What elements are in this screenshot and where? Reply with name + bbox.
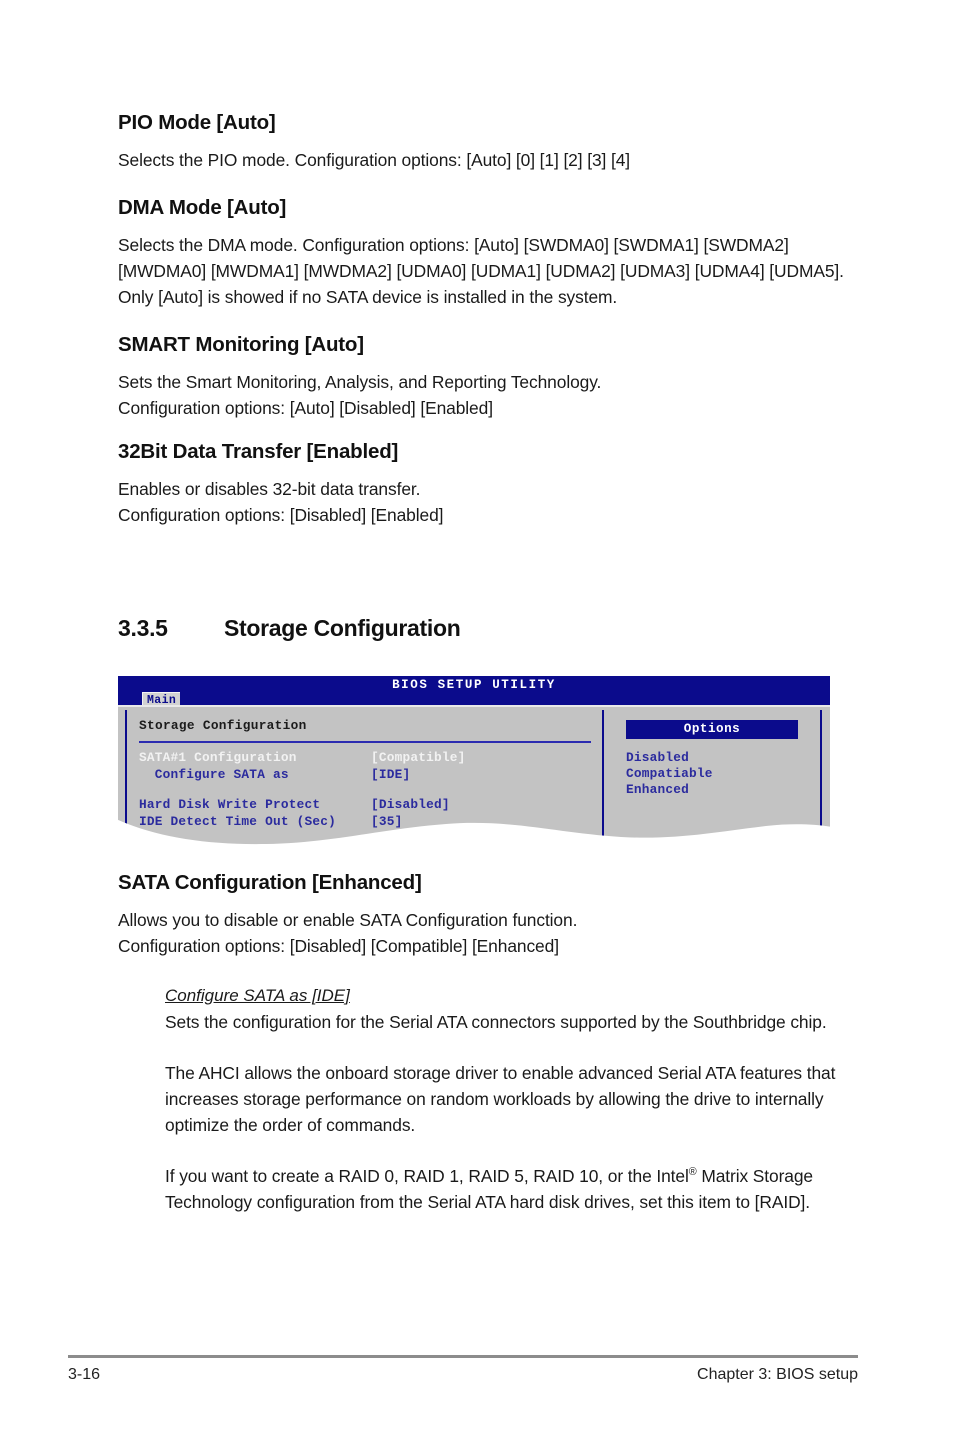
item-32bit-data-transfer: 32Bit Data Transfer [Enabled] Enables or… [118, 439, 844, 528]
section-title: Storage Configuration [224, 615, 461, 641]
item-heading-32bit-data-transfer: 32Bit Data Transfer [Enabled] [118, 439, 399, 463]
bios-row-configure-sata-as[interactable]: Configure SATA as [IDE] [139, 766, 591, 783]
footer-chapter-label: Chapter 3: BIOS setup [697, 1366, 858, 1383]
section-number: 3.3.5 [118, 615, 168, 641]
bios-options-panel: Options Disabled Compatiable Enhanced [602, 710, 822, 846]
item-body-32bit-1: Enables or disables 32-bit data transfer… [118, 478, 421, 499]
item-heading-dma-mode: DMA Mode [Auto] [118, 195, 287, 219]
bios-panel-title: Storage Configuration [139, 718, 307, 733]
top-item-descriptions: PIO Mode [Auto] Selects the PIO mode. Co… [118, 111, 844, 552]
page-footer: 3-16 Chapter 3: BIOS setup [68, 1366, 858, 1384]
sub-body-2: The AHCI allows the onboard storage driv… [165, 1062, 836, 1135]
item-body-smart-monitoring-1: Sets the Smart Monitoring, Analysis, and… [118, 371, 602, 392]
item-heading-smart-monitoring: SMART Monitoring [Auto] [118, 332, 364, 356]
bios-option-compatiable[interactable]: Compatiable [626, 766, 713, 782]
bios-settings-list: SATA#1 Configuration [Compatible] Config… [139, 749, 591, 830]
bios-row-label: SATA#1 Configuration [139, 750, 297, 765]
item-body-32bit-2: Configuration options: [Disabled] [Enabl… [118, 504, 444, 525]
sata-body-1: Allows you to disable or enable SATA Con… [118, 909, 578, 930]
footer-page-number: 3-16 [68, 1366, 101, 1383]
sub-body-3-pre: If you want to create a RAID 0, RAID 1, … [165, 1165, 689, 1186]
bios-left-panel: Storage Configuration SATA#1 Configurati… [125, 710, 595, 846]
bios-option-enhanced[interactable]: Enhanced [626, 782, 713, 798]
bios-title-bar: BIOS SETUP UTILITY [118, 676, 830, 705]
bios-window: BIOS SETUP UTILITY Main Storage Configur… [118, 676, 830, 846]
bios-row-value: [35] [371, 814, 403, 829]
item-heading-sata-configuration: SATA Configuration [Enhanced] [118, 871, 422, 894]
section-heading: 3.3.5 Storage Configuration [118, 615, 844, 642]
document-page: PIO Mode [Auto] Selects the PIO mode. Co… [0, 0, 954, 1438]
sata-subsection: Configure SATA as [IDE] Sets the configu… [165, 983, 844, 1215]
item-body-smart-monitoring-2: Configuration options: [Auto] [Disabled]… [118, 397, 493, 418]
bios-title-text: BIOS SETUP UTILITY [392, 678, 556, 692]
bios-options-list: Disabled Compatiable Enhanced [626, 750, 713, 798]
registered-trademark-icon: ® [688, 1166, 697, 1179]
item-smart-monitoring: SMART Monitoring [Auto] Sets the Smart M… [118, 332, 844, 421]
bios-row-sata1-configuration[interactable]: SATA#1 Configuration [Compatible] [139, 749, 591, 766]
bios-setup-screenshot: BIOS SETUP UTILITY Main Storage Configur… [118, 676, 830, 846]
item-body-dma-mode: Selects the DMA mode. Configuration opti… [118, 234, 844, 307]
sata-configuration-description: SATA Configuration [Enhanced] Allows you… [118, 871, 844, 1215]
bios-row-value: [IDE] [371, 767, 411, 782]
item-heading-pio-mode: PIO Mode [Auto] [118, 111, 276, 134]
bios-row-value: [Compatible] [371, 750, 466, 765]
item-body-pio-mode: Selects the PIO mode. Configuration opti… [118, 149, 631, 170]
footer-divider [68, 1355, 858, 1358]
bios-panel-divider [139, 741, 591, 743]
bios-row-label: IDE Detect Time Out (Sec) [139, 814, 336, 829]
sub-body-3: If you want to create a RAID 0, RAID 1, … [165, 1163, 844, 1215]
bios-options-header: Options [626, 720, 798, 739]
bios-row-ide-detect-time-out[interactable]: IDE Detect Time Out (Sec) [35] [139, 813, 591, 830]
sata-body-2: Configuration options: [Disabled] [Compa… [118, 935, 559, 956]
bios-body: Storage Configuration SATA#1 Configurati… [118, 705, 830, 846]
bios-row-value: [Disabled] [371, 797, 450, 812]
bios-row-label: Configure SATA as [139, 767, 289, 782]
bios-row-hard-disk-write-protect[interactable]: Hard Disk Write Protect [Disabled] [139, 796, 591, 813]
bios-row-label: Hard Disk Write Protect [139, 797, 321, 812]
sub-body-1: Sets the configuration for the Serial AT… [165, 1011, 827, 1032]
item-pio-mode: PIO Mode [Auto] Selects the PIO mode. Co… [118, 111, 844, 173]
bios-option-disabled[interactable]: Disabled [626, 750, 713, 766]
item-dma-mode: DMA Mode [Auto] Selects the DMA mode. Co… [118, 195, 844, 310]
bios-row-spacer [139, 783, 591, 796]
sub-heading-configure-sata-as: Configure SATA as [IDE] [165, 985, 350, 1005]
